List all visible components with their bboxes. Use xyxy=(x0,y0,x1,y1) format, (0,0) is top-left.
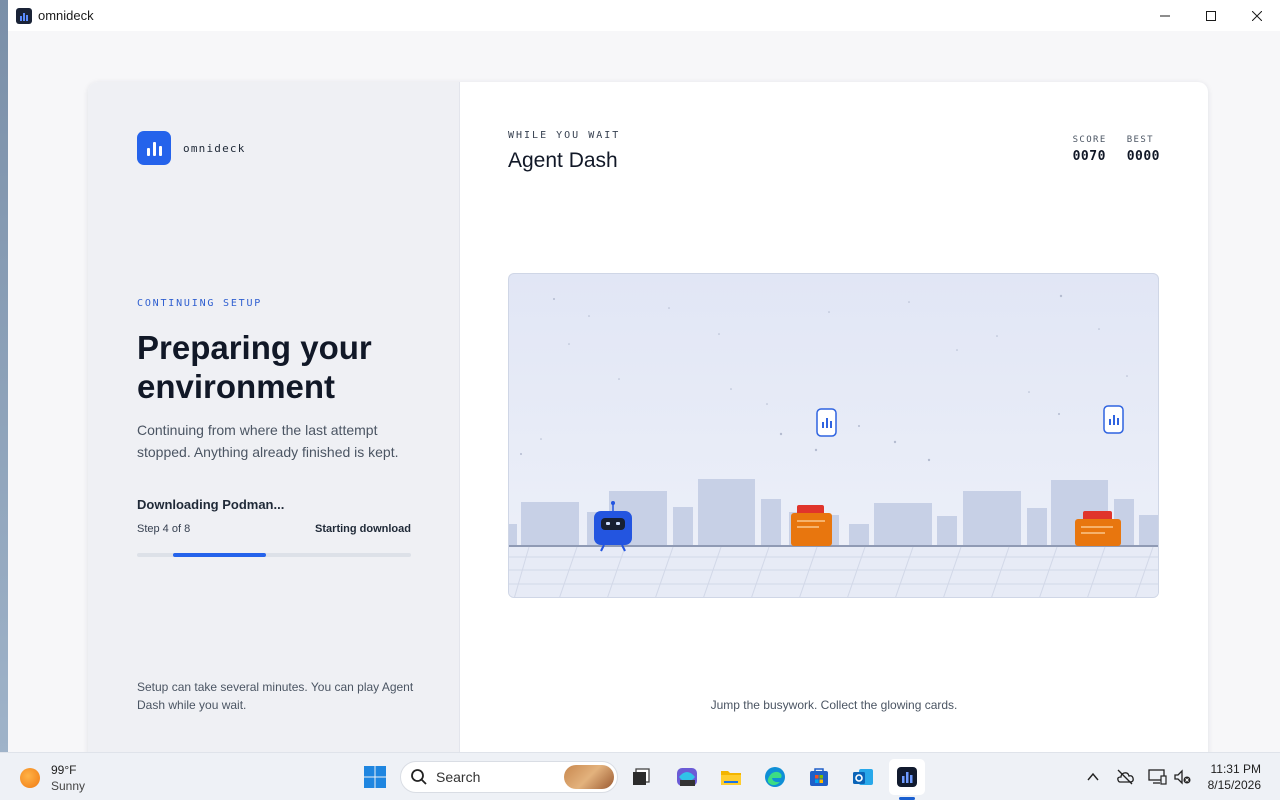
volume-muted-icon xyxy=(1174,769,1191,785)
best-value: 0000 xyxy=(1126,149,1160,164)
search-highlight-image xyxy=(564,765,614,789)
omnideck-logo-icon xyxy=(137,131,171,165)
weather-condition: Sunny xyxy=(51,779,86,793)
brand: omnideck xyxy=(137,131,246,165)
sun-icon xyxy=(20,768,40,788)
outlook-icon xyxy=(853,769,873,785)
minimize-icon xyxy=(1160,15,1170,16)
glowing-card-1 xyxy=(816,408,837,437)
edge-icon xyxy=(765,767,785,787)
brand-name: omnideck xyxy=(183,141,246,155)
setup-description: Continuing from where the last attempt s… xyxy=(137,422,399,460)
onedrive-button[interactable] xyxy=(1111,763,1139,791)
desktop-background xyxy=(0,0,8,752)
status-text: Downloading Podman... xyxy=(137,497,285,512)
setup-eyebrow: CONTINUING SETUP xyxy=(137,298,263,309)
minimize-button[interactable] xyxy=(1142,0,1188,31)
close-button[interactable] xyxy=(1234,0,1280,31)
search-icon xyxy=(411,769,427,785)
setup-panel: omnideck CONTINUING SETUP Preparing your… xyxy=(88,82,460,752)
taskbar: 99°F Sunny Search 11:31 PM 8/15/2026 xyxy=(0,752,1280,800)
busywork-obstacle-1 xyxy=(791,505,832,546)
scoreboard: SCORE 0070 BEST 0000 xyxy=(1073,135,1160,164)
clock-time: 11:31 PM xyxy=(1210,762,1261,776)
omnideck-app-icon xyxy=(16,7,32,24)
clock-date: 8/15/2026 xyxy=(1207,778,1261,792)
weather-widget[interactable]: 99°F Sunny xyxy=(20,762,85,794)
best-label: BEST xyxy=(1126,135,1154,145)
copilot-button[interactable] xyxy=(673,763,701,791)
file-explorer-button[interactable] xyxy=(717,763,745,791)
ground xyxy=(509,546,1158,597)
task-view-button[interactable] xyxy=(627,763,655,791)
windows-start-icon xyxy=(364,766,386,788)
store-icon xyxy=(810,768,828,786)
cloud-offline-icon xyxy=(1117,769,1134,785)
setup-footnote: Setup can take several minutes. You can … xyxy=(137,680,414,712)
display-icon xyxy=(1148,769,1167,785)
step-label: Step 4 of 8 xyxy=(137,523,191,535)
chevron-up-icon xyxy=(1087,772,1099,781)
volume-button[interactable] xyxy=(1168,763,1196,791)
omnideck-icon xyxy=(897,767,917,787)
setup-card: omnideck CONTINUING SETUP Preparing your… xyxy=(88,82,1208,752)
app-window: omnideck omnideck CONTINUING SETUP Prepa… xyxy=(8,0,1280,752)
game-eyebrow: WHILE YOU WAIT xyxy=(508,130,621,141)
start-button[interactable] xyxy=(361,763,389,791)
outlook-button[interactable] xyxy=(849,763,877,791)
close-icon xyxy=(1252,10,1262,21)
game-canvas[interactable] xyxy=(508,273,1159,598)
game-title: Agent Dash xyxy=(508,149,618,172)
progress-fill xyxy=(172,553,266,557)
score-value: 0070 xyxy=(1072,149,1106,164)
taskbar-search[interactable]: Search xyxy=(400,761,618,793)
show-hidden-icons-button[interactable] xyxy=(1079,763,1107,791)
weather-temp: 99°F xyxy=(51,763,77,777)
game-panel: WHILE YOU WAIT Agent Dash SCORE 0070 BES… xyxy=(460,82,1208,752)
step-row: Step 4 of 8 Starting download xyxy=(137,523,411,535)
copilot-icon xyxy=(677,768,697,786)
maximize-icon xyxy=(1206,10,1216,21)
store-button[interactable] xyxy=(805,763,833,791)
page-title: Preparing your environment xyxy=(137,329,372,405)
score-block: SCORE 0070 xyxy=(1073,135,1107,164)
system-clock[interactable]: 11:31 PM 8/15/2026 xyxy=(1208,761,1261,793)
omnideck-taskbar-button[interactable] xyxy=(893,763,921,791)
progress-bar xyxy=(137,553,411,557)
network-button[interactable] xyxy=(1143,763,1171,791)
search-placeholder: Search xyxy=(436,769,481,785)
file-explorer-icon xyxy=(721,771,741,785)
title-bar[interactable]: omnideck xyxy=(8,0,1280,31)
game-hint: Jump the busywork. Collect the glowing c… xyxy=(710,698,958,712)
phase-label: Starting download xyxy=(315,523,411,535)
window-title: omnideck xyxy=(38,8,94,23)
score-label: SCORE xyxy=(1072,135,1107,145)
edge-button[interactable] xyxy=(761,763,789,791)
glowing-card-2 xyxy=(1103,405,1124,434)
best-block: BEST 0000 xyxy=(1127,135,1160,164)
task-view-icon xyxy=(633,768,650,785)
maximize-button[interactable] xyxy=(1188,0,1234,31)
